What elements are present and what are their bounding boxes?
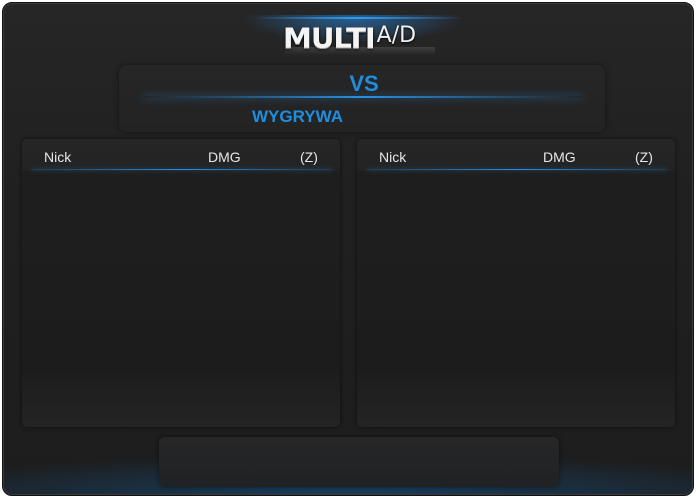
column-header-z: (Z) [300, 149, 318, 165]
score-divider [143, 96, 583, 98]
team-header-divider [367, 169, 667, 170]
score-panel: VS WYGRYWA [119, 65, 605, 132]
team-header-divider [32, 169, 332, 170]
column-header-nick: Nick [44, 149, 72, 165]
column-header-z: (Z) [635, 149, 653, 165]
footer-panel [159, 437, 559, 487]
team-table-header: Nick DMG (Z) [22, 139, 340, 171]
team-table-body [357, 171, 675, 427]
column-header-dmg: DMG [543, 149, 576, 165]
vs-label: VS [349, 71, 379, 96]
title-reflection [285, 47, 435, 55]
team-panel-left: Nick DMG (Z) [22, 139, 340, 427]
team-table-body [22, 171, 340, 427]
team-table-header: Nick DMG (Z) [357, 139, 675, 171]
column-header-nick: Nick [379, 149, 407, 165]
team-panel-right: Nick DMG (Z) [357, 139, 675, 427]
column-header-dmg: DMG [208, 149, 241, 165]
app-title-sub: A/D [376, 23, 417, 48]
winner-label: WYGRYWA [252, 107, 343, 126]
app-window: MULTI A/D VS WYGRYWA Nick DMG (Z) Nick D… [2, 2, 694, 496]
